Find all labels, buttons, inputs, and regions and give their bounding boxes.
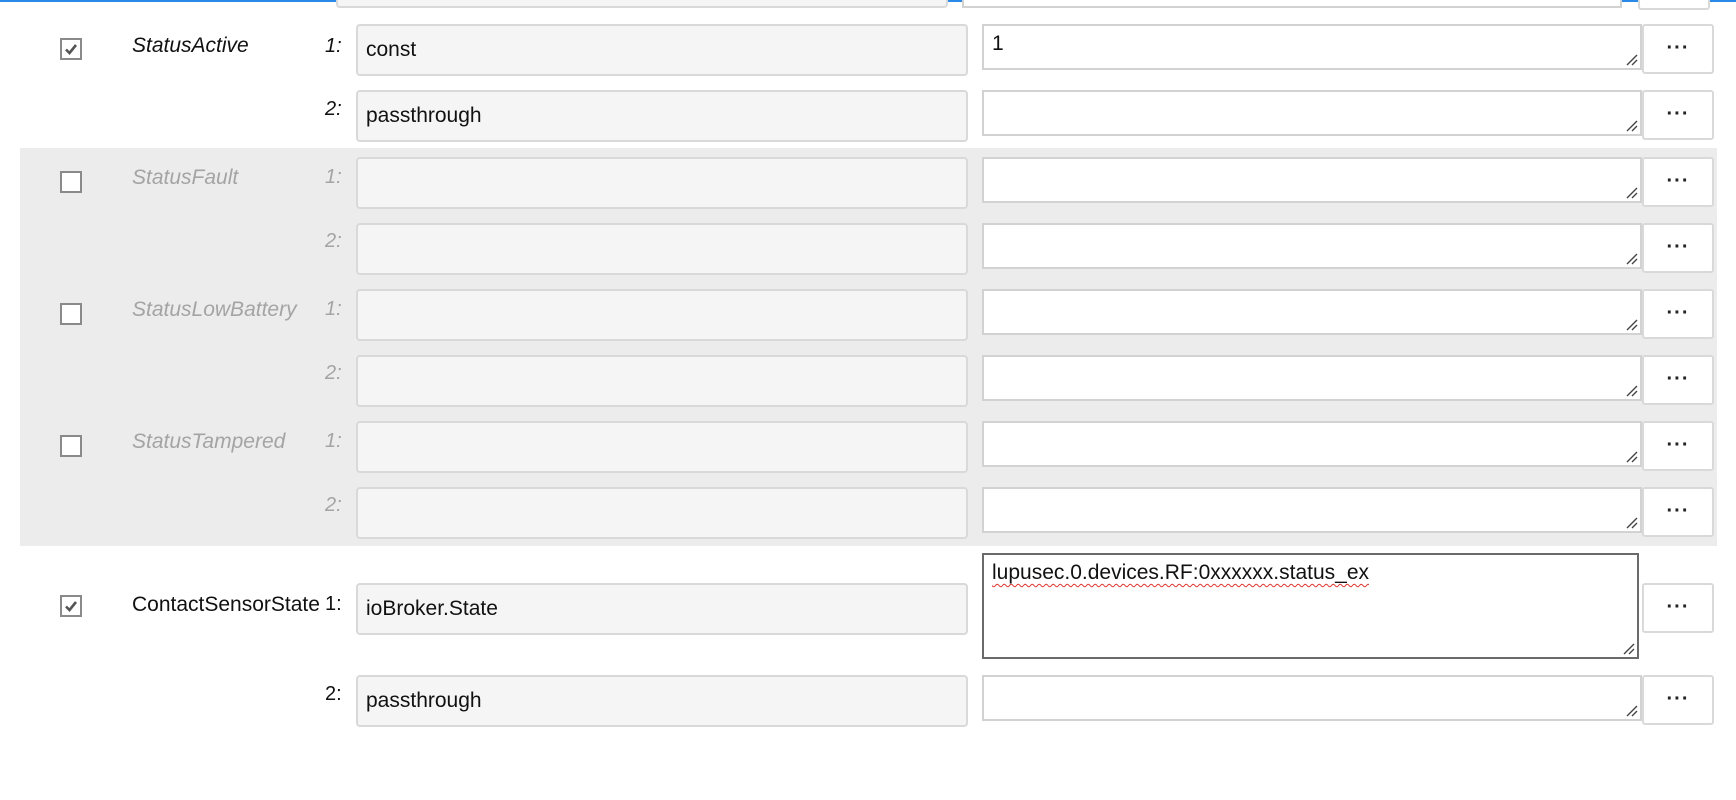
value-textarea[interactable] xyxy=(982,157,1642,203)
resize-grip-icon[interactable] xyxy=(1624,52,1638,66)
checkmark-icon xyxy=(65,44,78,55)
resize-grip-icon[interactable] xyxy=(1624,118,1638,132)
type-input[interactable]: passthrough xyxy=(356,675,968,727)
field-name-status-fault: StatusFault xyxy=(132,166,239,189)
value-textarea[interactable] xyxy=(982,289,1642,335)
type-input[interactable]: passthrough xyxy=(356,90,968,142)
row-number: 1: xyxy=(325,166,342,188)
more-button[interactable]: ··· xyxy=(1642,675,1714,725)
row-number: 2: xyxy=(325,230,342,252)
resize-grip-icon[interactable] xyxy=(1624,251,1638,265)
resize-grip-icon[interactable] xyxy=(1624,185,1638,199)
resize-grip-icon[interactable] xyxy=(1624,703,1638,717)
row-number: 1: xyxy=(325,430,342,452)
value-text: 1 xyxy=(992,32,1004,55)
value-textarea[interactable] xyxy=(982,487,1642,533)
checkbox-status-active[interactable] xyxy=(60,38,82,60)
resize-grip-icon[interactable] xyxy=(1624,317,1638,331)
more-button[interactable]: ··· xyxy=(1642,487,1714,537)
row-number: 1: xyxy=(325,35,342,57)
resize-grip-icon[interactable] xyxy=(1621,641,1635,655)
value-textarea[interactable] xyxy=(982,223,1642,269)
value-textarea-focused[interactable]: lupusec.0.devices.RF:0xxxxxx.status_ex xyxy=(982,553,1639,659)
type-input[interactable] xyxy=(356,289,968,341)
field-name-contact-sensor-state: ContactSensorState xyxy=(132,593,320,616)
field-name-status-tampered: StatusTampered xyxy=(132,430,286,453)
more-button[interactable]: ··· xyxy=(1642,223,1714,273)
partial-input-top[interactable] xyxy=(336,0,948,8)
row-number: 2: xyxy=(325,98,342,120)
value-textarea[interactable] xyxy=(982,90,1642,136)
type-input[interactable]: const xyxy=(356,24,968,76)
more-button[interactable]: ··· xyxy=(1642,583,1714,633)
more-button[interactable]: ··· xyxy=(1642,421,1714,471)
resize-grip-icon[interactable] xyxy=(1624,515,1638,529)
type-input[interactable] xyxy=(356,487,968,539)
resize-grip-icon[interactable] xyxy=(1624,449,1638,463)
more-button[interactable]: ··· xyxy=(1642,355,1714,405)
value-textarea[interactable] xyxy=(982,355,1642,401)
field-name-status-active: StatusActive xyxy=(132,34,249,57)
more-button[interactable]: ··· xyxy=(1642,157,1714,207)
value-textarea[interactable]: 1 xyxy=(982,24,1642,70)
checkbox-status-low-battery[interactable] xyxy=(60,303,82,325)
resize-grip-icon[interactable] xyxy=(1624,383,1638,397)
row-number: 1: xyxy=(325,298,342,320)
row-number: 1: xyxy=(325,593,342,615)
type-input[interactable] xyxy=(356,157,968,209)
row-number: 2: xyxy=(325,683,342,705)
more-button[interactable]: ··· xyxy=(1642,289,1714,339)
checkbox-status-tampered[interactable] xyxy=(60,435,82,457)
value-textarea[interactable] xyxy=(982,421,1642,467)
row-number: 2: xyxy=(325,494,342,516)
type-input[interactable] xyxy=(356,223,968,275)
type-input[interactable] xyxy=(356,355,968,407)
row-number: 2: xyxy=(325,362,342,384)
field-name-status-low-battery: StatusLowBattery xyxy=(132,298,297,321)
type-input[interactable] xyxy=(356,421,968,473)
more-button[interactable]: ··· xyxy=(1642,24,1714,74)
value-text: lupusec.0.devices.RF:0xxxxxx.status_ex xyxy=(992,561,1369,584)
more-button[interactable]: ··· xyxy=(1642,90,1714,140)
value-textarea[interactable] xyxy=(982,675,1642,721)
checkbox-contact-sensor-state[interactable] xyxy=(60,595,82,617)
checkmark-icon xyxy=(65,601,78,612)
partial-more-button-top[interactable] xyxy=(1638,0,1710,10)
partial-textarea-top[interactable] xyxy=(962,0,1622,8)
type-input[interactable]: ioBroker.State xyxy=(356,583,968,635)
checkbox-status-fault[interactable] xyxy=(60,171,82,193)
